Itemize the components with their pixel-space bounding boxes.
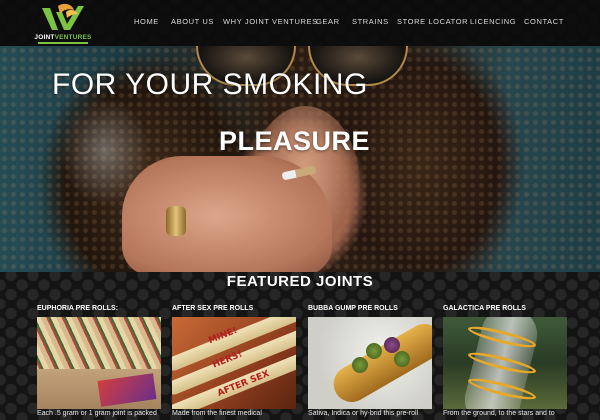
- hero-banner: FOR YOUR SMOKING PLEASURE: [0, 46, 600, 272]
- card-image-galactica[interactable]: [443, 317, 567, 409]
- nav-strains[interactable]: STRAINS: [352, 17, 389, 26]
- hero-headline-line2: PLEASURE: [219, 126, 371, 156]
- card-title[interactable]: BUBBA GUMP PRE ROLLS: [308, 305, 398, 312]
- nav-contact[interactable]: CONTACT: [524, 17, 564, 26]
- featured-card-galactica: GALACTICA PRE ROLLS From the ground, to …: [443, 305, 567, 420]
- main-nav: HOME ABOUT US WHY JOINT VENTURES GEAR ST…: [126, 0, 600, 46]
- image-bud: [366, 343, 382, 359]
- hero-image-ring: [166, 206, 186, 236]
- logo-name-part1: JOINT: [34, 34, 55, 41]
- image-bud: [384, 337, 400, 353]
- site-header: JOINTVENTURES HOME ABOUT US WHY JOINT VE…: [0, 0, 600, 46]
- logo-underline: [38, 42, 88, 44]
- nav-home[interactable]: HOME: [134, 17, 159, 26]
- nav-store-locator[interactable]: STORE LOCATOR: [397, 17, 468, 26]
- card-title[interactable]: AFTER SEX PRE ROLLS: [172, 305, 253, 312]
- nav-why-joint-ventures[interactable]: WHY JOINT VENTURES: [223, 17, 318, 26]
- nav-about-us[interactable]: ABOUT US: [171, 17, 214, 26]
- card-title[interactable]: GALACTICA PRE ROLLS: [443, 305, 526, 312]
- card-image-bubba-gump[interactable]: [308, 317, 432, 409]
- nav-gear[interactable]: GEAR: [316, 17, 340, 26]
- site-logo[interactable]: JOINTVENTURES: [34, 2, 92, 44]
- featured-card-bubba-gump: BUBBA GUMP PRE ROLLS Sativa, Indica or h…: [308, 305, 432, 420]
- hero-headline-line1: FOR YOUR SMOKING: [52, 68, 368, 101]
- nav-licencing[interactable]: LICENCING: [470, 17, 516, 26]
- card-description: Made from the finest medical: [172, 410, 262, 417]
- featured-section-title: FEATURED JOINTS: [226, 273, 374, 290]
- card-image-euphoria[interactable]: [37, 317, 161, 409]
- image-joint: [327, 317, 432, 409]
- image-bud: [394, 351, 410, 367]
- featured-card-euphoria: EUPHORIA PRE ROLLS: Each .5 gram or 1 gr…: [37, 305, 161, 420]
- card-description: Each .5 gram or 1 gram joint is packed: [37, 410, 157, 417]
- logo-wordmark: JOINTVENTURES: [34, 34, 92, 41]
- card-title[interactable]: EUPHORIA PRE ROLLS:: [37, 305, 118, 312]
- jv-logo-icon: [42, 3, 84, 30]
- logo-name-part2: VENTURES: [54, 34, 92, 41]
- featured-card-after-sex: AFTER SEX PRE ROLLS MINE! HERS! AFTER SE…: [172, 305, 296, 420]
- card-description: From the ground, to the stars and to: [443, 410, 555, 417]
- card-image-after-sex[interactable]: MINE! HERS! AFTER SEX: [172, 317, 296, 409]
- image-bud: [352, 357, 368, 373]
- page: JOINTVENTURES HOME ABOUT US WHY JOINT VE…: [0, 0, 600, 420]
- card-description: Sativa, Indica or hy-brid this pre-roll: [308, 410, 419, 417]
